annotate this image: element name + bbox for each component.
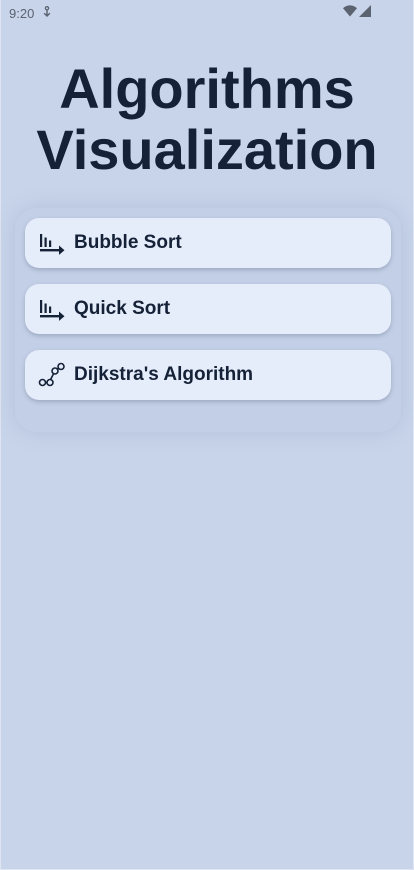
bubble-sort-button[interactable]: Bubble Sort xyxy=(25,218,391,268)
status-time: 9:20 xyxy=(9,5,35,21)
app-screen: 9:20 Algorithms Visualization Bubble Sor… xyxy=(0,0,414,870)
bubble-sort-label: Bubble Sort xyxy=(74,232,182,253)
status-left: 9:20 xyxy=(9,5,52,21)
sort-bars-icon xyxy=(38,295,66,323)
signal-icon xyxy=(359,4,371,22)
status-bar: 9:20 xyxy=(1,0,413,26)
dijkstra-label: Dijkstra's Algorithm xyxy=(74,364,254,385)
status-right xyxy=(343,4,371,22)
quick-sort-label: Quick Sort xyxy=(74,298,171,319)
download-icon xyxy=(42,5,52,21)
quick-sort-button[interactable]: Quick Sort xyxy=(25,284,391,334)
page-title: Algorithms Visualization xyxy=(36,57,378,181)
graph-path-icon xyxy=(38,361,66,389)
dijkstra-button[interactable]: Dijkstra's Algorithm xyxy=(25,350,391,400)
wifi-icon xyxy=(343,4,357,22)
algorithm-menu: Bubble Sort Quick Sort Dijkstra's Algori… xyxy=(15,208,401,432)
sort-bars-icon xyxy=(38,229,66,257)
